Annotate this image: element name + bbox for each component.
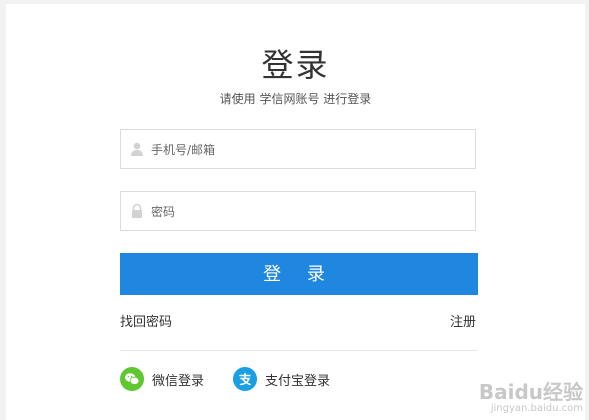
login-card: 登录 请使用 学信网账号 进行登录 登 录 找回密码 注册 <box>6 4 585 420</box>
account-input[interactable] <box>149 130 473 170</box>
watermark-brand: Baidu经验 <box>478 380 583 404</box>
user-icon <box>129 141 145 157</box>
account-field[interactable] <box>120 129 476 170</box>
divider <box>120 350 478 351</box>
baidu-watermark: Baidu经验 jingyan.baidu.com <box>479 381 583 414</box>
watermark-url: jingyan.baidu.com <box>490 403 583 414</box>
alipay-login-button[interactable]: 支付宝登录 <box>233 366 330 392</box>
page-title: 登录 <box>261 46 330 84</box>
login-button[interactable]: 登 录 <box>120 253 478 295</box>
forgot-password-link[interactable]: 找回密码 <box>120 311 172 330</box>
wechat-icon <box>120 367 144 391</box>
lock-icon <box>129 203 145 219</box>
alipay-icon <box>233 367 257 391</box>
alipay-login-label: 支付宝登录 <box>265 373 331 389</box>
password-input[interactable] <box>149 192 473 232</box>
wechat-login-button[interactable]: 微信登录 <box>120 366 204 392</box>
register-link[interactable]: 注册 <box>450 311 476 330</box>
wechat-login-label: 微信登录 <box>152 373 205 389</box>
page-subtitle: 请使用 学信网账号 进行登录 <box>219 92 372 106</box>
password-field[interactable] <box>120 191 476 232</box>
